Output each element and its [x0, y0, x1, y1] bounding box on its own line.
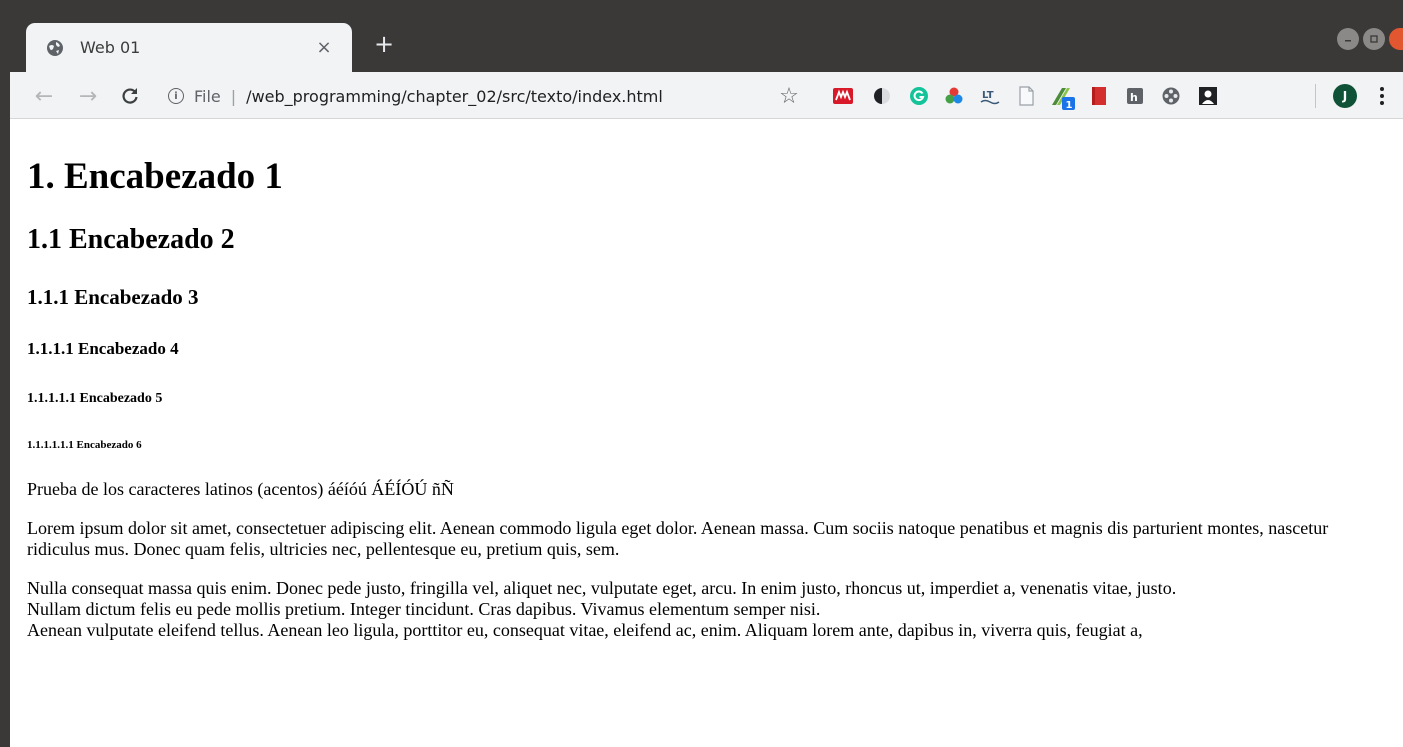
url-scheme: File	[194, 86, 221, 106]
forward-button[interactable]: →	[74, 82, 102, 110]
portrait-icon[interactable]	[1197, 85, 1219, 107]
nulla-line-2: Nullam dictum felis eu pede mollis preti…	[27, 599, 821, 619]
window-left-edge	[0, 0, 10, 747]
accents-paragraph: Prueba de los caracteres latinos (acento…	[27, 479, 454, 499]
h-extension-icon[interactable]: h	[1124, 85, 1146, 107]
info-icon[interactable]: i	[168, 88, 184, 104]
grammarly-icon[interactable]	[908, 85, 930, 107]
bookmark-star-icon[interactable]: ☆	[775, 82, 803, 110]
profile-avatar[interactable]: J	[1333, 84, 1357, 108]
svg-text:h: h	[1130, 91, 1138, 104]
window-controls	[1337, 28, 1403, 50]
nulla-line-3: Aenean vulputate eleifend tellus. Aenean…	[27, 620, 1143, 640]
extension-badge: 1	[1066, 100, 1073, 111]
url-text[interactable]: /web_programming/chapter_02/src/texto/in…	[246, 87, 663, 106]
globe-icon	[44, 37, 66, 59]
nulla-paragraph: Nulla consequat massa quis enim. Donec p…	[27, 578, 1386, 641]
tab-manager-icon[interactable]: 1	[1050, 85, 1076, 111]
mendeley-icon[interactable]	[832, 85, 854, 107]
tab-strip: Web 01 × +	[0, 0, 1403, 72]
tab-title: Web 01	[80, 38, 141, 57]
page-content: 1. Encabezado 1 1.1 Encabezado 2 1.1.1 E…	[10, 120, 1403, 747]
close-tab-icon[interactable]: ×	[314, 37, 334, 58]
document-icon[interactable]	[1015, 85, 1037, 107]
heading-6: 1.1.1.1.1.1 Encabezado 6	[27, 439, 142, 451]
minimize-button[interactable]	[1337, 28, 1359, 50]
lorem-paragraph: Lorem ipsum dolor sit amet, consectetuer…	[27, 518, 1329, 559]
address-bar[interactable]: i File | /web_programming/chapter_02/src…	[168, 79, 808, 113]
nulla-line-1: Nulla consequat massa quis enim. Donec p…	[27, 578, 1177, 598]
heading-3: 1.1.1 Encabezado 3	[27, 285, 199, 309]
dark-reader-icon[interactable]	[871, 85, 893, 107]
toolbar-divider	[1315, 84, 1316, 108]
new-tab-button[interactable]: +	[370, 30, 398, 58]
color-picker-icon[interactable]	[943, 85, 965, 107]
reload-icon	[122, 88, 138, 104]
svg-text:LT: LT	[982, 90, 994, 101]
heading-2: 1.1 Encabezado 2	[27, 224, 235, 255]
kebab-menu-icon[interactable]	[1372, 84, 1392, 108]
back-button[interactable]: ←	[30, 82, 58, 110]
maximize-button[interactable]	[1363, 28, 1385, 50]
tab-web-01[interactable]: Web 01 ×	[26, 23, 352, 72]
languagetool-icon[interactable]: LT	[979, 85, 1001, 107]
browser-toolbar: ← → i File | /web_programming/chapter_02…	[10, 72, 1403, 119]
close-window-button[interactable]	[1389, 28, 1403, 50]
bookmark-red-icon[interactable]	[1088, 85, 1110, 107]
heading-1: 1. Encabezado 1	[27, 156, 283, 197]
film-reel-icon[interactable]	[1160, 85, 1182, 107]
heading-4: 1.1.1.1 Encabezado 4	[27, 339, 179, 358]
reload-button[interactable]	[116, 82, 144, 110]
url-separator: |	[230, 86, 237, 106]
heading-5: 1.1.1.1.1 Encabezado 5	[27, 391, 163, 406]
